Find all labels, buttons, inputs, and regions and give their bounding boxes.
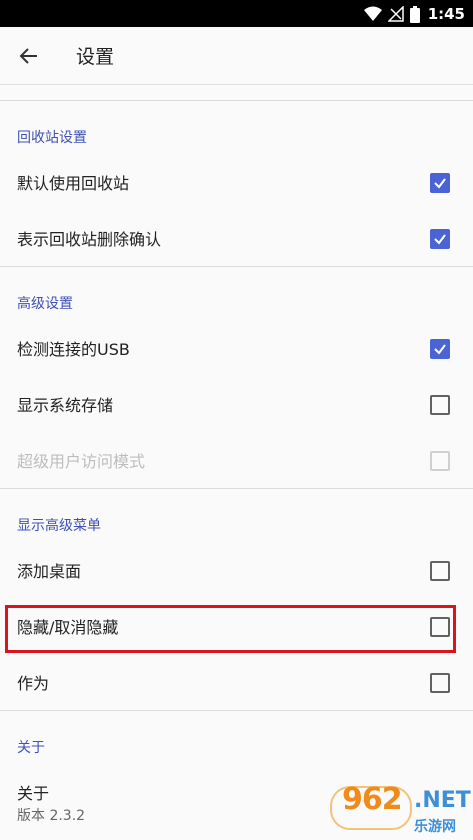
- section-header-menu: 显示高级菜单: [17, 518, 101, 534]
- back-button[interactable]: [14, 41, 44, 71]
- setting-row-detect-usb[interactable]: 检测连接的USB: [0, 322, 473, 374]
- divider: [0, 488, 473, 489]
- site-watermark: 962 .NET 乐游网: [330, 782, 471, 838]
- watermark-site: 乐游网: [414, 819, 456, 835]
- status-icons: 1:45: [363, 3, 465, 25]
- app-bar: 设置: [0, 27, 473, 85]
- checkbox-add-desktop[interactable]: [430, 561, 450, 581]
- setting-row-as[interactable]: 作为: [0, 656, 473, 708]
- status-time: 1:45: [427, 5, 465, 23]
- checkbox-detect-usb[interactable]: [430, 339, 450, 359]
- status-bar: 1:45: [0, 0, 473, 27]
- setting-label: 超级用户访问模式: [17, 452, 146, 471]
- setting-label: 添加桌面: [17, 562, 82, 581]
- setting-label: 表示回收站删除确认: [17, 230, 162, 249]
- page-title: 设置: [76, 46, 115, 68]
- arrow-back-icon: [19, 48, 37, 64]
- about-item[interactable]: 关于: [17, 780, 49, 804]
- divider: [0, 266, 473, 267]
- checkbox-as[interactable]: [430, 673, 450, 693]
- setting-label: 作为: [17, 674, 50, 693]
- section-header-advanced: 高级设置: [17, 296, 73, 312]
- wifi-icon: [363, 6, 382, 21]
- section-header-recycle: 回收站设置: [17, 130, 87, 146]
- checkbox-recycle-confirm[interactable]: [430, 229, 450, 249]
- setting-label: 默认使用回收站: [17, 174, 130, 193]
- check-icon: [434, 234, 446, 245]
- highlight-box: [5, 605, 456, 653]
- divider: [0, 100, 473, 101]
- section-header-about: 关于: [17, 740, 45, 756]
- checkbox-default-recycle[interactable]: [430, 173, 450, 193]
- watermark-number: 962: [342, 782, 403, 817]
- checkbox-root-access: [430, 451, 450, 471]
- no-signal-icon: [387, 6, 404, 22]
- battery-icon: [409, 5, 420, 23]
- watermark-domain: .NET: [414, 788, 471, 813]
- setting-label: 检测连接的USB: [17, 340, 130, 359]
- check-icon: [434, 344, 446, 355]
- setting-row-recycle-confirm[interactable]: 表示回收站删除确认: [0, 212, 473, 264]
- checkbox-system-storage[interactable]: [430, 395, 450, 415]
- setting-row-default-recycle[interactable]: 默认使用回收站: [0, 156, 473, 208]
- setting-row-add-desktop[interactable]: 添加桌面: [0, 544, 473, 596]
- version-text: 版本 2.3.2: [17, 808, 86, 824]
- setting-label: 显示系统存储: [17, 396, 114, 415]
- setting-row-system-storage[interactable]: 显示系统存储: [0, 378, 473, 430]
- divider: [0, 710, 473, 711]
- check-icon: [434, 178, 446, 189]
- setting-row-root-access: 超级用户访问模式: [0, 434, 473, 486]
